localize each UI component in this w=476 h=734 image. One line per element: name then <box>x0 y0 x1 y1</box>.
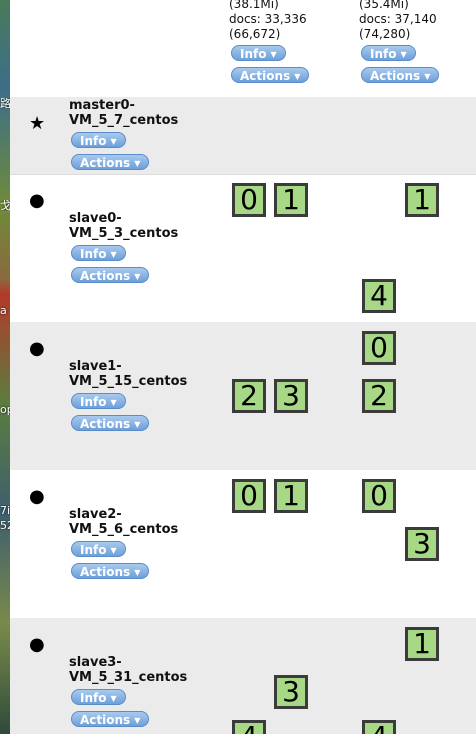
button-label: Actions <box>80 417 131 431</box>
button-label: Info <box>240 47 267 61</box>
node-actions-button[interactable]: Actions ▼ <box>71 415 150 431</box>
strip-text: 52 <box>0 520 10 531</box>
node-info-button[interactable]: Info ▼ <box>71 132 126 148</box>
button-label: Actions <box>80 269 131 283</box>
shard-box[interactable]: 3 <box>405 527 439 561</box>
button-label: Info <box>80 247 107 261</box>
node-name-line: slave3- <box>69 655 122 670</box>
button-label: Info <box>80 395 107 409</box>
shard-box[interactable]: 4 <box>232 720 266 734</box>
shard-box[interactable]: 0 <box>362 331 396 365</box>
node-name-line: slave0- <box>69 211 122 226</box>
index-docs-total: (66,672) <box>229 27 281 41</box>
shard-box[interactable]: 0 <box>232 479 266 513</box>
caret-down-icon: ▼ <box>424 72 431 81</box>
index-size: (38.1Mi) <box>229 0 279 11</box>
button-label: Info <box>370 47 397 61</box>
shard-box[interactable]: 1 <box>405 627 439 661</box>
button-label: Actions <box>80 713 131 727</box>
dot-icon: ● <box>29 486 45 507</box>
shard-box[interactable]: 1 <box>274 183 308 217</box>
shard-box[interactable]: 3 <box>274 379 308 413</box>
node-info-button[interactable]: Info ▼ <box>71 245 126 261</box>
caret-down-icon: ▼ <box>110 694 117 703</box>
star-icon: ★ <box>29 113 46 134</box>
index-actions-button[interactable]: Actions ▼ <box>361 67 440 83</box>
strip-text: 7i <box>0 505 10 516</box>
node-name-line: VM_5_6_centos <box>69 522 179 537</box>
strip-text: a <box>0 305 7 316</box>
node-name-line: VM_5_15_centos <box>69 374 188 389</box>
index-header-row: (38.1Mi) docs: 33,336 (66,672) Info ▼ Act… <box>10 0 476 97</box>
index-info-button[interactable]: Info ▼ <box>361 45 416 61</box>
node-name-line: VM_5_31_centos <box>69 670 188 685</box>
button-label: Info <box>80 543 107 557</box>
node-info-button[interactable]: Info ▼ <box>71 689 126 705</box>
caret-down-icon: ▼ <box>270 50 277 59</box>
strip-text: op <box>0 404 10 415</box>
shard-box[interactable]: 0 <box>232 183 266 217</box>
node-name-line: master0- <box>69 98 135 113</box>
dot-icon: ● <box>29 634 45 655</box>
button-label: Actions <box>240 69 291 83</box>
caret-down-icon: ▼ <box>134 420 141 429</box>
node-name-line: slave2- <box>69 507 122 522</box>
node-info-button[interactable]: Info ▼ <box>71 393 126 409</box>
node-actions-button[interactable]: Actions ▼ <box>71 711 150 727</box>
index-docs-total: (74,280) <box>359 27 411 41</box>
button-label: Info <box>80 134 107 148</box>
caret-down-icon: ▼ <box>110 137 117 146</box>
node-actions-button[interactable]: Actions ▼ <box>71 154 150 170</box>
shard-box[interactable]: 1 <box>405 183 439 217</box>
caret-down-icon: ▼ <box>110 398 117 407</box>
background-strip: 路 戈 a op 7i 52 <box>0 0 10 734</box>
caret-down-icon: ▼ <box>294 72 301 81</box>
node-actions-button[interactable]: Actions ▼ <box>71 563 150 579</box>
node-info-button[interactable]: Info ▼ <box>71 541 126 557</box>
button-label: Actions <box>370 69 421 83</box>
caret-down-icon: ▼ <box>110 546 117 555</box>
node-name: slave1- VM_5_15_centos <box>69 359 187 389</box>
button-label: Actions <box>80 565 131 579</box>
caret-down-icon: ▼ <box>134 568 141 577</box>
shard-box[interactable]: 2 <box>362 379 396 413</box>
button-label: Info <box>80 691 107 705</box>
dot-icon: ● <box>29 190 45 211</box>
node-name-line: slave1- <box>69 359 122 374</box>
index-info-button[interactable]: Info ▼ <box>231 45 286 61</box>
shard-box[interactable]: 0 <box>362 479 396 513</box>
button-label: Actions <box>80 156 131 170</box>
index-docs: docs: 37,140 <box>359 12 437 26</box>
node-name-line: VM_5_3_centos <box>69 226 179 241</box>
node-actions-button[interactable]: Actions ▼ <box>71 267 150 283</box>
node-name-line: VM_5_7_centos <box>69 113 179 128</box>
shard-box[interactable]: 4 <box>362 279 396 313</box>
caret-down-icon: ▼ <box>134 716 141 725</box>
index-docs: docs: 33,336 <box>229 12 307 26</box>
node-name: slave3- VM_5_31_centos <box>69 655 187 685</box>
index-actions-button[interactable]: Actions ▼ <box>231 67 310 83</box>
shard-box[interactable]: 1 <box>274 479 308 513</box>
caret-down-icon: ▼ <box>400 50 407 59</box>
node-name: slave2- VM_5_6_centos <box>69 507 178 537</box>
dot-icon: ● <box>29 338 45 359</box>
shard-box[interactable]: 3 <box>274 675 308 709</box>
strip-text: 路 <box>0 98 10 109</box>
caret-down-icon: ▼ <box>134 272 141 281</box>
shard-box[interactable]: 4 <box>362 720 396 734</box>
node-name: slave0- VM_5_3_centos <box>69 211 178 241</box>
caret-down-icon: ▼ <box>110 250 117 259</box>
caret-down-icon: ▼ <box>134 159 141 168</box>
shard-box[interactable]: 2 <box>232 379 266 413</box>
strip-text: 戈 <box>0 200 10 211</box>
node-name: master0- VM_5_7_centos <box>69 98 178 128</box>
index-size: (35.4Mi) <box>359 0 409 11</box>
